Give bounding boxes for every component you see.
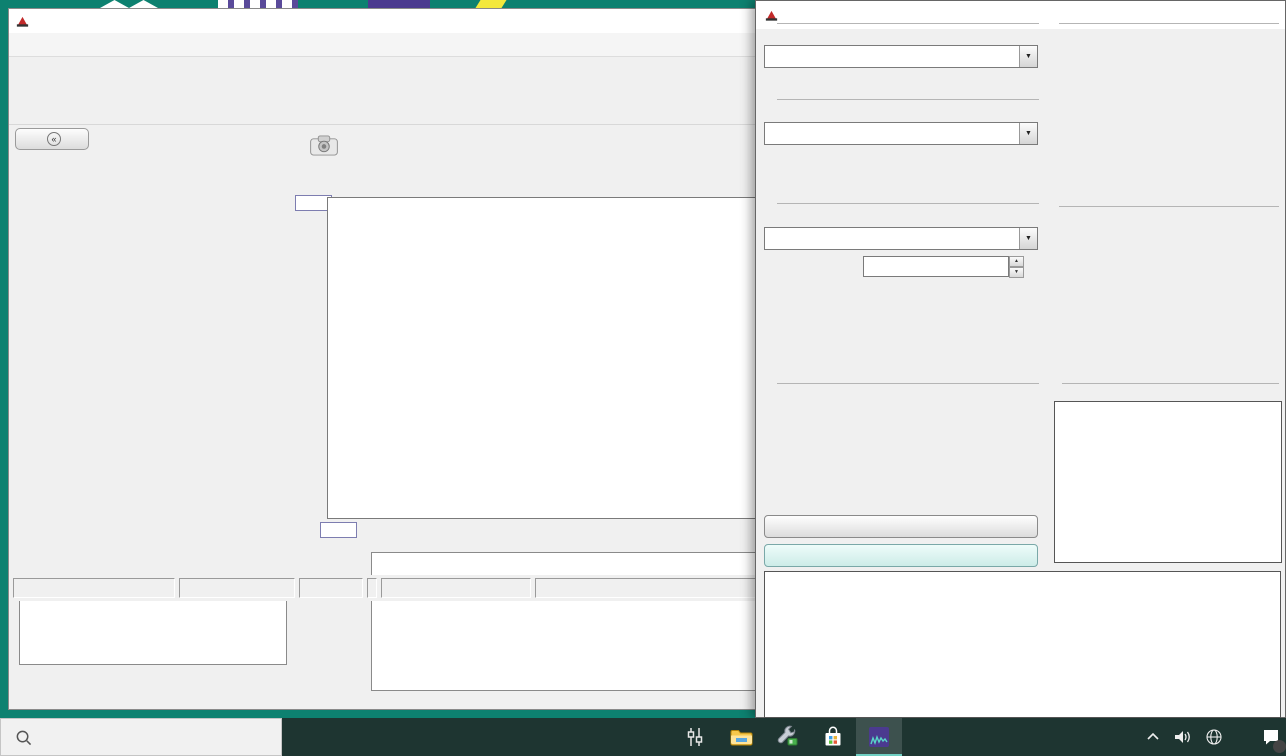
rew-app-icon [15, 13, 30, 29]
added-mass-dropdown[interactable]: ▼ [764, 227, 1038, 250]
minimize-button[interactable] [1138, 1, 1183, 29]
added-mass-value [765, 228, 1019, 249]
chevron-down-icon[interactable]: ▼ [1019, 123, 1037, 144]
store-icon [821, 725, 845, 749]
tray-clock[interactable] [1242, 718, 1254, 756]
capture-button[interactable] [302, 135, 346, 173]
taskbar-search[interactable] [0, 718, 282, 756]
free-air-dropdown[interactable]: ▼ [764, 122, 1038, 145]
measurement-method-value [765, 46, 1019, 67]
section-motional-impedance [1051, 23, 1279, 24]
speaker-icon [1173, 729, 1193, 745]
file-explorer-icon [729, 725, 753, 749]
section-measurement-method [769, 23, 1039, 24]
taskbar-utility-button[interactable] [764, 718, 810, 756]
status-sample-rate [179, 578, 295, 598]
simplified-model-box [1054, 401, 1282, 563]
desktop-icon-grid [218, 0, 298, 8]
chevron-down-icon[interactable]: ▼ [1019, 46, 1037, 67]
section-free-air [769, 99, 1039, 100]
write-parameters-button[interactable] [764, 544, 1038, 567]
measurement-method-dropdown[interactable]: ▼ [764, 45, 1038, 68]
status-input-level-digits [381, 578, 531, 598]
notification-badge [1273, 740, 1286, 753]
taskbar [0, 718, 1286, 756]
dialog-icon [764, 7, 779, 23]
camera-icon [310, 135, 338, 156]
chevron-up-icon [1145, 729, 1161, 745]
tray-notification-button[interactable] [1256, 718, 1286, 756]
section-blocked-impedance [1051, 206, 1279, 207]
maximize-button[interactable] [1189, 1, 1234, 29]
free-air-value [765, 123, 1019, 144]
trace-legend-panel [371, 552, 771, 691]
wrench-icon [775, 725, 799, 749]
search-input[interactable] [42, 729, 222, 745]
impedance-phase-plot[interactable] [327, 197, 765, 519]
collapse-button[interactable]: « [15, 128, 89, 150]
search-icon [15, 729, 32, 746]
section-added-mass [769, 203, 1039, 204]
status-memory [13, 578, 175, 598]
chevron-left-icon: « [47, 132, 61, 146]
tray-volume-button[interactable] [1168, 718, 1198, 756]
added-mass-grams-field[interactable] [863, 256, 1009, 277]
taskbar-file-explorer-button[interactable] [718, 718, 764, 756]
calculate-parameters-button[interactable] [764, 515, 1038, 538]
y-axis-ticks [293, 197, 321, 519]
desktop-icon-mountain [100, 0, 158, 8]
tray-language-button[interactable] [1230, 718, 1240, 756]
close-button[interactable] [1240, 1, 1285, 29]
added-mass-spinner[interactable]: ▲ ▼ [1009, 256, 1024, 278]
tray-expand-button[interactable] [1140, 718, 1166, 756]
status-bit-depth [299, 578, 363, 598]
taskbar-rew-button[interactable] [856, 718, 902, 756]
chevron-down-icon[interactable]: ▼ [1019, 228, 1037, 249]
x-axis-ticks [327, 523, 765, 537]
measurement-sidebar: « [11, 127, 297, 691]
globe-icon [1205, 728, 1223, 746]
taskbar-store-button[interactable] [810, 718, 856, 756]
dialog-titlebar[interactable] [756, 1, 1285, 29]
rew-app-icon [867, 725, 891, 749]
section-manual-values [769, 383, 1039, 384]
tray-network-button[interactable] [1200, 718, 1228, 756]
section-simplified-model [1054, 383, 1279, 384]
taskbar-settings-sliders-button[interactable] [672, 718, 718, 756]
status-spacer [367, 578, 377, 598]
desktop-icon-lightning [475, 0, 507, 8]
desktop-icon-rew [368, 0, 430, 8]
results-box [764, 571, 1281, 718]
system-tray [1140, 718, 1286, 756]
settings-sliders-icon [683, 725, 707, 749]
thiele-small-dialog: ▼ ▼ ▼ ▲ ▼ [755, 0, 1286, 718]
